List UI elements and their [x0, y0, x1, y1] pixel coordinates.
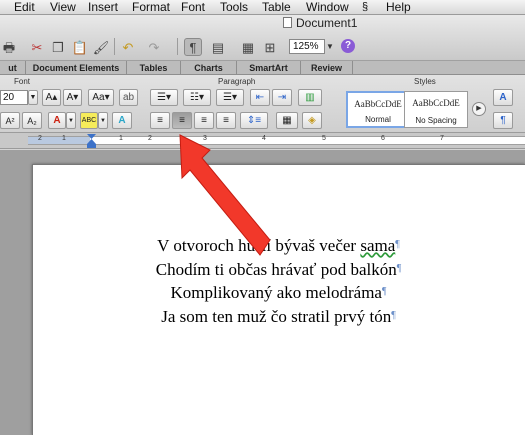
menu-view[interactable]: View	[50, 0, 76, 15]
window-title: Document1	[283, 16, 357, 30]
increase-indent-button[interactable]: ⇥	[272, 89, 292, 106]
decrease-indent-button[interactable]: ⇤	[250, 89, 270, 106]
copy-icon[interactable]: ❐	[49, 38, 67, 56]
columns-button[interactable]: ▥	[298, 89, 322, 106]
sidebar-toggle-icon[interactable]: ▤	[209, 38, 227, 56]
text-effects-button[interactable]: A	[112, 112, 132, 129]
menu-window[interactable]: Window	[306, 0, 349, 15]
style-no-spacing-sample: AaBbCcDdE	[412, 98, 460, 108]
ruler-number: 2	[148, 135, 152, 142]
shrink-font-button[interactable]: A▾	[63, 89, 82, 106]
style-normal[interactable]: AaBbCcDdE Normal	[346, 91, 410, 128]
document-line[interactable]: Ja som ten muž čo stratil prvý tón¶	[32, 305, 525, 329]
script-menu-icon[interactable]: §	[362, 0, 368, 15]
font-size-dropdown-icon[interactable]: ▼	[28, 90, 38, 105]
ruler-number: 1	[62, 135, 66, 142]
line-text: Ja som ten muž čo stratil prvý tón	[161, 307, 392, 327]
style-normal-label: Normal	[365, 115, 391, 124]
tab-document-elements[interactable]: Document Elements	[26, 61, 127, 75]
line-spacing-button[interactable]: ⇕≡	[240, 112, 268, 129]
highlight-button[interactable]: ABC	[80, 112, 98, 129]
menu-format[interactable]: Format	[132, 0, 170, 15]
clear-formatting-icon[interactable]: ab	[119, 89, 138, 106]
bullets-button[interactable]: ☰▾	[150, 89, 178, 106]
zoom-dropdown-icon[interactable]: ▼	[326, 39, 336, 54]
change-case-button[interactable]: Aa▾	[88, 89, 114, 106]
document-icon	[283, 17, 292, 28]
menu-font[interactable]: Font	[181, 0, 205, 15]
document-line[interactable]: Chodím ti občas hrávať pod balkón¶	[32, 258, 525, 282]
menu-edit[interactable]: Edit	[14, 0, 35, 15]
font-size-field[interactable]: 20	[0, 90, 28, 105]
tab-smartart[interactable]: SmartArt	[237, 61, 301, 75]
styles-next-icon[interactable]: ▶	[472, 102, 486, 116]
toolbar-divider	[177, 38, 178, 55]
justify-button[interactable]: ≡	[216, 112, 236, 129]
red-arrow-icon	[179, 134, 271, 256]
font-color-dropdown-icon[interactable]: ▼	[66, 112, 76, 129]
menu-bar: Edit View Insert Format Font Tools Table…	[0, 0, 525, 15]
manage-styles-button[interactable]: ¶	[493, 112, 513, 129]
redo-icon[interactable]: ↷	[145, 38, 163, 56]
indent-marker-icon[interactable]	[87, 134, 96, 149]
highlight-dropdown-icon[interactable]: ▼	[98, 112, 108, 129]
toolbar-divider	[114, 38, 115, 55]
tab-layout[interactable]: ut	[0, 61, 26, 75]
ruler-number: 7	[440, 135, 444, 142]
spelling-flagged-word[interactable]: sama	[360, 236, 395, 255]
align-right-button[interactable]: ≡	[194, 112, 214, 129]
grow-font-button[interactable]: A▴	[42, 89, 61, 106]
superscript-button[interactable]: A²	[0, 112, 20, 129]
multilevel-list-button[interactable]: ☰▾	[216, 89, 244, 106]
paragraph-mark: ¶	[396, 262, 402, 274]
paragraph-group-label: Paragraph	[218, 77, 256, 86]
ribbon-tab-bar: ut Document Elements Tables Charts Smart…	[0, 61, 525, 75]
styles-group-label: Styles	[414, 77, 436, 86]
print-icon[interactable]: 🖶	[0, 38, 18, 56]
tab-review[interactable]: Review	[301, 61, 353, 75]
style-no-spacing[interactable]: AaBbCcDdE No Spacing	[404, 91, 468, 128]
font-group-label: Font	[14, 77, 31, 86]
ruler-number: 2	[38, 135, 42, 142]
subscript-button[interactable]: A₂	[22, 112, 42, 129]
paragraph-mark: ¶	[395, 239, 400, 250]
undo-icon[interactable]: ↶	[119, 38, 137, 56]
ruler-number: 1	[119, 135, 123, 142]
window-title-text: Document1	[296, 16, 358, 30]
tab-tables[interactable]: Tables	[127, 61, 181, 75]
gallery-icon[interactable]: ▦	[239, 38, 257, 56]
menu-insert[interactable]: Insert	[88, 0, 118, 15]
menu-help[interactable]: Help	[386, 0, 411, 15]
numbering-button[interactable]: ☷▾	[183, 89, 211, 106]
paste-icon[interactable]: 📋	[71, 38, 89, 56]
paragraph-mark: ¶	[391, 310, 396, 322]
ruler-number: 5	[322, 135, 326, 142]
document-line[interactable]: Komplikovaný ako melodráma¶	[32, 281, 525, 305]
style-no-spacing-label: No Spacing	[415, 116, 457, 125]
help-icon[interactable]: ?	[341, 39, 355, 53]
menu-table[interactable]: Table	[262, 0, 291, 15]
styles-pane-button[interactable]: A	[493, 89, 513, 106]
paragraph-mark: ¶	[381, 286, 387, 298]
borders-button[interactable]: ▦	[276, 112, 298, 129]
align-center-button[interactable]: ≡	[172, 112, 192, 129]
line-text: Komplikovaný ako melodráma	[170, 283, 382, 303]
format-painter-icon[interactable]: 🖌	[92, 38, 110, 56]
line-text: Chodím ti občas hrávať pod balkón	[155, 259, 397, 279]
toolbox-icon[interactable]: ⊞	[261, 38, 279, 56]
shading-button[interactable]: ◈	[302, 112, 322, 129]
font-color-button[interactable]: A	[48, 112, 66, 129]
zoom-level-field[interactable]: 125%	[289, 39, 325, 54]
menu-tools[interactable]: Tools	[220, 0, 248, 15]
tab-charts[interactable]: Charts	[181, 61, 237, 75]
show-formatting-button[interactable]: ¶	[184, 38, 202, 56]
ruler-number: 6	[381, 135, 385, 142]
cut-icon[interactable]: ✂	[28, 38, 46, 56]
style-normal-sample: AaBbCcDdE	[354, 99, 402, 109]
align-left-button[interactable]: ≡	[150, 112, 170, 129]
